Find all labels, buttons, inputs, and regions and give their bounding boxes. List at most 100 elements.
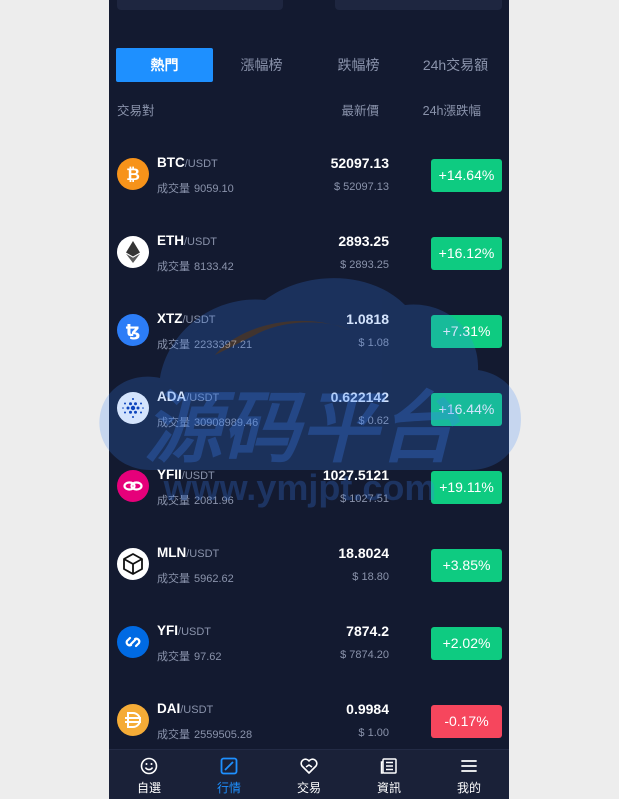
volume: 成交量 9059.10 xyxy=(157,180,234,196)
volume-value: 2081.96 xyxy=(194,495,234,507)
volume-value: 9059.10 xyxy=(194,183,234,195)
cardano-icon xyxy=(117,392,149,424)
nav-label: 自選 xyxy=(136,781,161,795)
nav-item-4[interactable]: 我的 xyxy=(429,750,509,799)
svg-text:ꜩ: ꜩ xyxy=(126,321,141,341)
header-price: 最新價 xyxy=(341,104,379,118)
volume-label: 成交量 xyxy=(157,261,190,273)
nav-item-1[interactable]: 行情 xyxy=(189,750,269,799)
volume: 成交量 5962.62 xyxy=(157,570,234,586)
last-price: 2893.25 xyxy=(338,233,389,249)
coin-row-dai[interactable]: DAI/USDT 成交量 2559505.28 0.9984 $ 1.00 -0.17% xyxy=(109,671,509,749)
last-price: 7874.2 xyxy=(346,623,389,639)
coin-row-mln[interactable]: MLN/USDT 成交量 5962.62 18.8024 $ 18.80 +3.85% xyxy=(109,515,509,593)
coin-row-xtz[interactable]: ꜩ XTZ/USDT 成交量 2233397.21 1.0818 $ 1.08 +7.31% xyxy=(109,281,509,359)
melon-icon xyxy=(117,548,149,580)
bottom-nav: 自選 行情 交易 資訊 我的 xyxy=(109,749,509,799)
fiat-price: $ 0.62 xyxy=(358,415,389,427)
dai-icon xyxy=(117,704,149,736)
list-header: 交易對 最新價 24h漲跌幅 xyxy=(109,100,509,118)
change-badge[interactable]: +19.11% xyxy=(431,471,502,504)
volume-label: 成交量 xyxy=(157,495,190,507)
nav-label: 資訊 xyxy=(376,781,401,795)
volume: 成交量 97.62 xyxy=(157,648,222,664)
smile-icon xyxy=(140,757,158,775)
volume-label: 成交量 xyxy=(157,651,190,663)
tab-hot[interactable]: 熱門 xyxy=(116,48,213,82)
pair-quote: /USDT xyxy=(186,548,220,560)
last-price: 1.0818 xyxy=(346,311,389,327)
nav-label: 我的 xyxy=(456,781,481,795)
fiat-price: $ 18.80 xyxy=(352,571,389,583)
yfii-icon xyxy=(117,470,149,502)
pair-quote: /USDT xyxy=(182,314,216,326)
fiat-price: $ 7874.20 xyxy=(340,649,389,661)
change-badge[interactable]: +2.02% xyxy=(431,627,502,660)
pair-quote: /USDT xyxy=(184,236,217,248)
volume-label: 成交量 xyxy=(157,183,190,195)
coin-row-yfi[interactable]: YFI/USDT 成交量 97.62 7874.2 $ 7874.20 +2.02% xyxy=(109,593,509,671)
tab-losers[interactable]: 跌幅榜 xyxy=(310,48,407,82)
pair-symbol: YFI/USDT xyxy=(157,623,212,638)
pair-quote: /USDT xyxy=(180,704,214,716)
volume: 成交量 2233397.21 xyxy=(157,336,252,352)
nav-label: 交易 xyxy=(296,781,321,795)
last-price: 52097.13 xyxy=(330,155,389,171)
last-price: 18.8024 xyxy=(338,545,389,561)
pair-symbol: DAI/USDT xyxy=(157,701,214,716)
volume-label: 成交量 xyxy=(157,417,190,429)
volume: 成交量 8133.42 xyxy=(157,258,234,274)
pair-symbol: MLN/USDT xyxy=(157,545,220,560)
banner-card-right[interactable] xyxy=(335,0,502,10)
volume: 成交量 2081.96 xyxy=(157,492,234,508)
pair-symbol: ETH/USDT xyxy=(157,233,217,248)
nav-item-2[interactable]: 交易 xyxy=(269,750,349,799)
tab-24h-volume[interactable]: 24h交易額 xyxy=(407,48,504,82)
banner-card-left[interactable] xyxy=(117,0,283,10)
volume-value: 2233397.21 xyxy=(194,339,253,351)
change-badge[interactable]: +3.85% xyxy=(431,549,502,582)
volume: 成交量 2559505.28 xyxy=(157,726,252,742)
volume-value: 8133.42 xyxy=(194,261,234,273)
fiat-price: $ 1027.51 xyxy=(340,493,389,505)
change-badge[interactable]: -0.17% xyxy=(431,705,502,738)
top-banner-cards xyxy=(109,0,509,12)
svg-text:₿: ₿ xyxy=(126,165,140,185)
volume-value: 2559505.28 xyxy=(194,729,253,741)
tezos-icon: ꜩ xyxy=(117,314,149,346)
pair-quote: /USDT xyxy=(186,392,220,404)
pair-quote: /USDT xyxy=(178,626,212,638)
volume-label: 成交量 xyxy=(157,729,190,741)
change-badge[interactable]: +16.44% xyxy=(431,393,502,426)
change-badge[interactable]: +16.12% xyxy=(431,237,502,270)
pair-quote: /USDT xyxy=(181,470,215,482)
nav-item-3[interactable]: 資訊 xyxy=(349,750,429,799)
volume-value: 5962.62 xyxy=(194,573,234,585)
coin-row-yfii[interactable]: YFII/USDT 成交量 2081.96 1027.5121 $ 1027.51 +19… xyxy=(109,437,509,515)
pair-symbol: YFII/USDT xyxy=(157,467,215,482)
coin-row-eth[interactable]: ETH/USDT 成交量 8133.42 2893.25 $ 2893.25 +16.12… xyxy=(109,203,509,281)
fiat-price: $ 1.00 xyxy=(358,727,389,739)
trade-icon xyxy=(300,757,318,775)
tab-gainers[interactable]: 漲幅榜 xyxy=(213,48,310,82)
volume: 成交量 30908989.46 xyxy=(157,414,258,430)
coin-row-ada[interactable]: ADA/USDT 成交量 30908989.46 0.622142 $ 0.62 +16.… xyxy=(109,359,509,437)
fiat-price: $ 52097.13 xyxy=(333,181,389,193)
pair-symbol: XTZ/USDT xyxy=(157,311,216,326)
pair-quote: /USDT xyxy=(184,158,218,170)
change-badge[interactable]: +14.64% xyxy=(431,159,502,192)
change-badge[interactable]: +7.31% xyxy=(431,315,502,348)
chart-icon xyxy=(220,757,238,775)
coin-row-btc[interactable]: ₿ BTC/USDT 成交量 9059.10 52097.13 $ 52097.13 +14… xyxy=(109,125,509,203)
last-price: 0.9984 xyxy=(346,701,389,717)
volume-label: 成交量 xyxy=(157,339,190,351)
yearn-icon xyxy=(117,626,149,658)
volume-label: 成交量 xyxy=(157,573,190,585)
ethereum-icon xyxy=(117,236,149,268)
last-price: 1027.5121 xyxy=(322,467,389,483)
nav-item-0[interactable]: 自選 xyxy=(109,750,189,799)
header-pair: 交易對 xyxy=(117,104,155,118)
menu-icon xyxy=(460,757,478,775)
last-price: 0.622142 xyxy=(330,389,389,405)
fiat-price: $ 1.08 xyxy=(358,337,389,349)
